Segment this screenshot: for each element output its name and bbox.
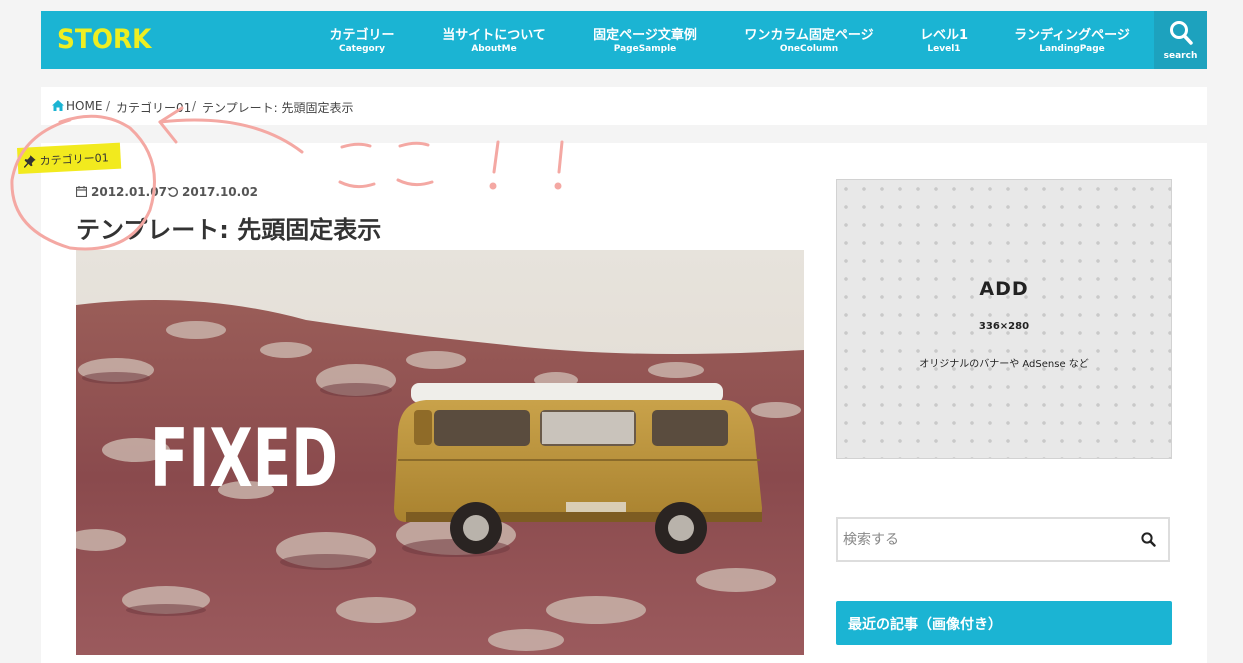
nav-label: レベル1 <box>919 28 969 43</box>
breadcrumb-category-link[interactable]: カテゴリー01 <box>116 99 191 116</box>
nav-item-category[interactable]: カテゴリー Category <box>324 11 400 69</box>
nav-sublabel: Category <box>338 44 385 54</box>
nav-sublabel: Level1 <box>927 44 961 54</box>
nav-label: 当サイトについて <box>442 28 546 43</box>
post-title: テンプレート: 先頭固定表示 <box>76 216 382 244</box>
nav-item-level1[interactable]: レベル1 Level1 <box>910 11 978 69</box>
nav-sublabel: PageSample <box>613 44 677 54</box>
nav-sublabel: AboutMe <box>471 44 517 54</box>
nav-item-aboutme[interactable]: 当サイトについて AboutMe <box>434 11 554 69</box>
search-label: search <box>1163 51 1198 61</box>
category-badge[interactable]: カテゴリー01 <box>17 142 122 174</box>
search-icon[interactable] <box>1141 532 1156 547</box>
site-logo[interactable]: STORK <box>57 23 151 57</box>
nav-item-onecolumn[interactable]: ワンカラム固定ページ OneColumn <box>736 11 882 69</box>
ad-description: オリジナルのバナーや AdSense など <box>919 359 1089 370</box>
nav-label: 固定ページ文章例 <box>593 28 697 43</box>
published-date: 2012.01.07 <box>91 185 167 199</box>
home-icon <box>52 100 64 111</box>
ad-size: 336×280 <box>978 321 1030 332</box>
nav-label: カテゴリー <box>329 28 395 43</box>
eyecatch-text: FIXED <box>150 412 338 505</box>
recent-posts-title: 最近の記事（画像付き） <box>836 601 1172 645</box>
search-icon <box>1170 21 1193 45</box>
sidebar-search-input[interactable] <box>838 519 1123 560</box>
recent-posts-title-text: 最近の記事（画像付き） <box>848 617 1002 633</box>
breadcrumb-current: テンプレート: 先頭固定表示 <box>202 101 354 115</box>
nav-item-pagesample[interactable]: 固定ページ文章例 PageSample <box>584 11 706 69</box>
header-search-button[interactable]: search <box>1154 11 1207 69</box>
sidebar-search <box>836 517 1170 562</box>
eyecatch-image: FIXED <box>76 250 804 655</box>
nav-sublabel: LandingPage <box>1039 44 1105 54</box>
ad-banner[interactable]: ADD 336×280 オリジナルのバナーや AdSense など <box>836 179 1172 459</box>
breadcrumb: HOME / カテゴリー01 / テンプレート: 先頭固定表示 <box>41 87 1207 125</box>
refresh-icon <box>167 186 179 197</box>
pin-icon <box>23 155 36 168</box>
nav-label: ワンカラム固定ページ <box>744 28 874 43</box>
category-badge-label: カテゴリー01 <box>39 151 109 168</box>
breadcrumb-separator: / <box>106 99 111 113</box>
site-header: STORK カテゴリー Category 当サイトについて AboutMe 固定… <box>41 11 1207 69</box>
nav-label: ランディングページ <box>1014 28 1130 43</box>
calendar-icon <box>76 186 87 197</box>
nav-item-landingpage[interactable]: ランディングページ LandingPage <box>1006 11 1138 69</box>
ad-heading: ADD <box>979 278 1029 300</box>
breadcrumb-separator: / <box>192 99 197 113</box>
van-landscape-image: FIXED <box>76 250 804 655</box>
breadcrumb-home-link[interactable]: HOME <box>66 99 102 113</box>
updated-date: 2017.10.02 <box>182 185 258 199</box>
nav-sublabel: OneColumn <box>779 44 839 54</box>
